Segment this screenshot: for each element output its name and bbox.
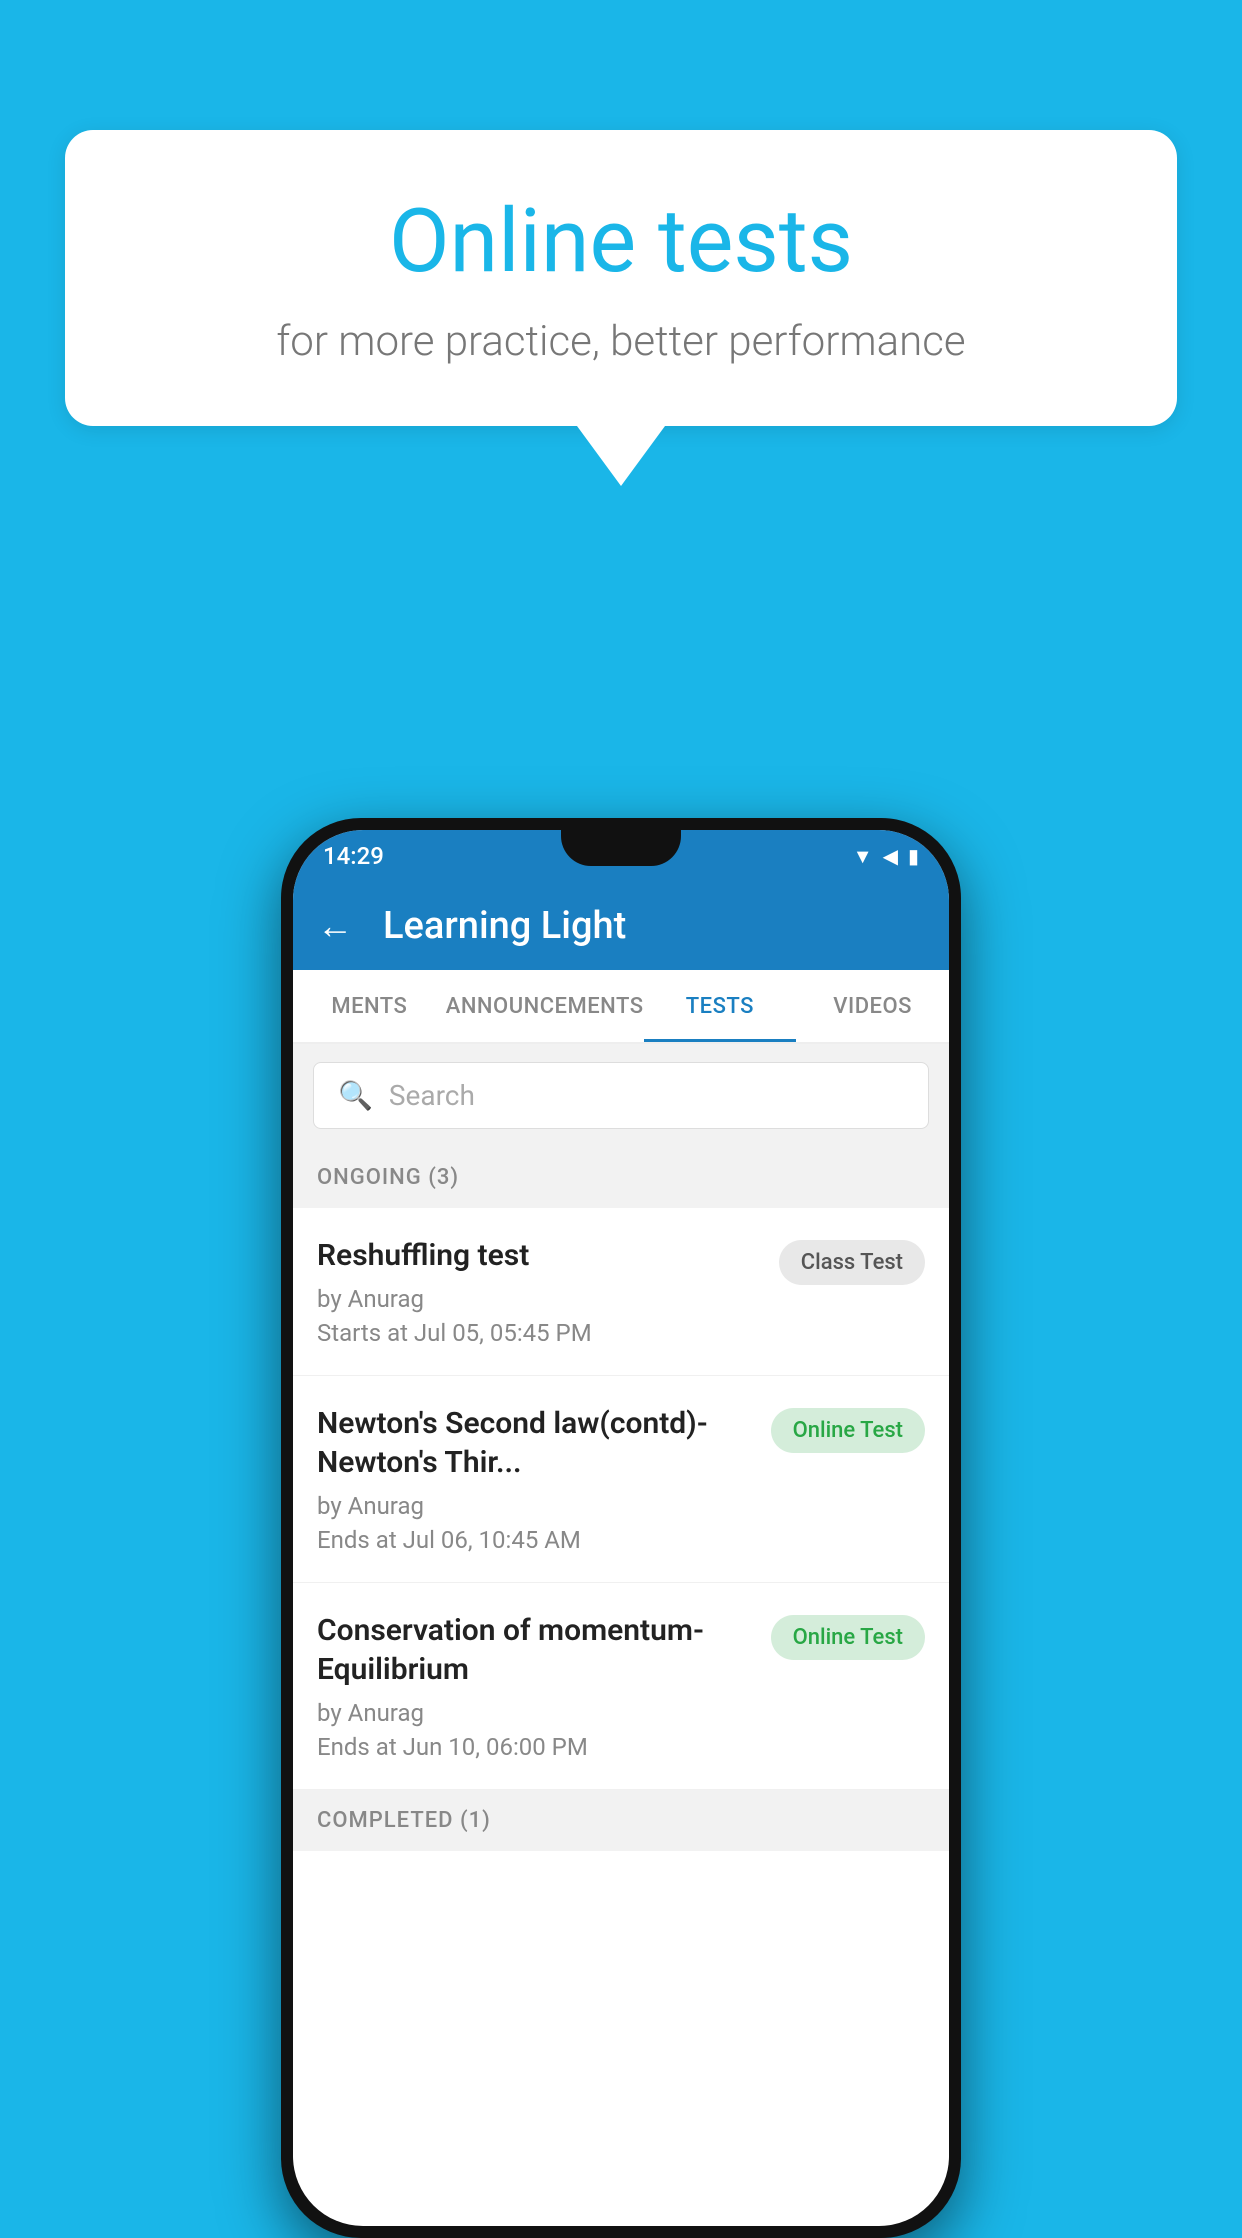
tab-announcements[interactable]: ANNOUNCEMENTS — [446, 970, 644, 1042]
test-by: by Anurag — [317, 1699, 755, 1727]
test-date: Starts at Jul 05, 05:45 PM — [317, 1319, 763, 1347]
completed-section-header: COMPLETED (1) — [293, 1790, 949, 1851]
app-bar: ← Learning Light — [293, 882, 949, 970]
search-placeholder: Search — [389, 1079, 475, 1112]
tab-ments[interactable]: MENTS — [293, 970, 446, 1042]
battery-icon: ▮ — [908, 844, 919, 868]
back-button[interactable]: ← — [317, 905, 353, 947]
phone-frame: 14:29 ▼ ◀ ▮ ← Learning Light MENTS ANNOU… — [281, 818, 961, 2238]
status-time: 14:29 — [323, 842, 384, 870]
search-bar-container: 🔍 Search — [293, 1044, 949, 1147]
test-badge: Online Test — [771, 1408, 925, 1453]
test-name: Newton's Second law(contd)-Newton's Thir… — [317, 1404, 755, 1482]
speech-bubble: Online tests for more practice, better p… — [65, 130, 1177, 426]
test-date: Ends at Jul 06, 10:45 AM — [317, 1526, 755, 1554]
test-name: Reshuffling test — [317, 1236, 763, 1275]
test-info: Newton's Second law(contd)-Newton's Thir… — [317, 1404, 755, 1554]
phone-content: MENTS ANNOUNCEMENTS TESTS VIDEOS 🔍 Searc… — [293, 970, 949, 2226]
test-date: Ends at Jun 10, 06:00 PM — [317, 1733, 755, 1761]
test-item[interactable]: Newton's Second law(contd)-Newton's Thir… — [293, 1376, 949, 1583]
test-name: Conservation of momentum-Equilibrium — [317, 1611, 755, 1689]
tab-bar: MENTS ANNOUNCEMENTS TESTS VIDEOS — [293, 970, 949, 1044]
search-input[interactable]: 🔍 Search — [313, 1062, 929, 1129]
phone-inner: 14:29 ▼ ◀ ▮ ← Learning Light MENTS ANNOU… — [293, 830, 949, 2226]
signal-icon: ◀ — [883, 844, 898, 868]
tab-videos[interactable]: VIDEOS — [796, 970, 949, 1042]
search-icon: 🔍 — [338, 1079, 373, 1112]
ongoing-section-header: ONGOING (3) — [293, 1147, 949, 1208]
test-badge: Online Test — [771, 1615, 925, 1660]
test-by: by Anurag — [317, 1285, 763, 1313]
test-item[interactable]: Conservation of momentum-Equilibrium by … — [293, 1583, 949, 1790]
test-by: by Anurag — [317, 1492, 755, 1520]
notch — [561, 830, 681, 866]
test-info: Reshuffling test by Anurag Starts at Jul… — [317, 1236, 763, 1347]
speech-bubble-container: Online tests for more practice, better p… — [65, 130, 1177, 486]
bubble-tail — [577, 426, 665, 486]
wifi-icon: ▼ — [853, 844, 873, 869]
app-title: Learning Light — [383, 904, 626, 948]
test-badge: Class Test — [779, 1240, 925, 1285]
tab-tests[interactable]: TESTS — [644, 970, 797, 1042]
status-icons: ▼ ◀ ▮ — [853, 844, 919, 869]
test-item[interactable]: Reshuffling test by Anurag Starts at Jul… — [293, 1208, 949, 1376]
test-info: Conservation of momentum-Equilibrium by … — [317, 1611, 755, 1761]
bubble-subtitle: for more practice, better performance — [135, 317, 1107, 366]
bubble-title: Online tests — [135, 190, 1107, 293]
status-bar: 14:29 ▼ ◀ ▮ — [293, 830, 949, 882]
